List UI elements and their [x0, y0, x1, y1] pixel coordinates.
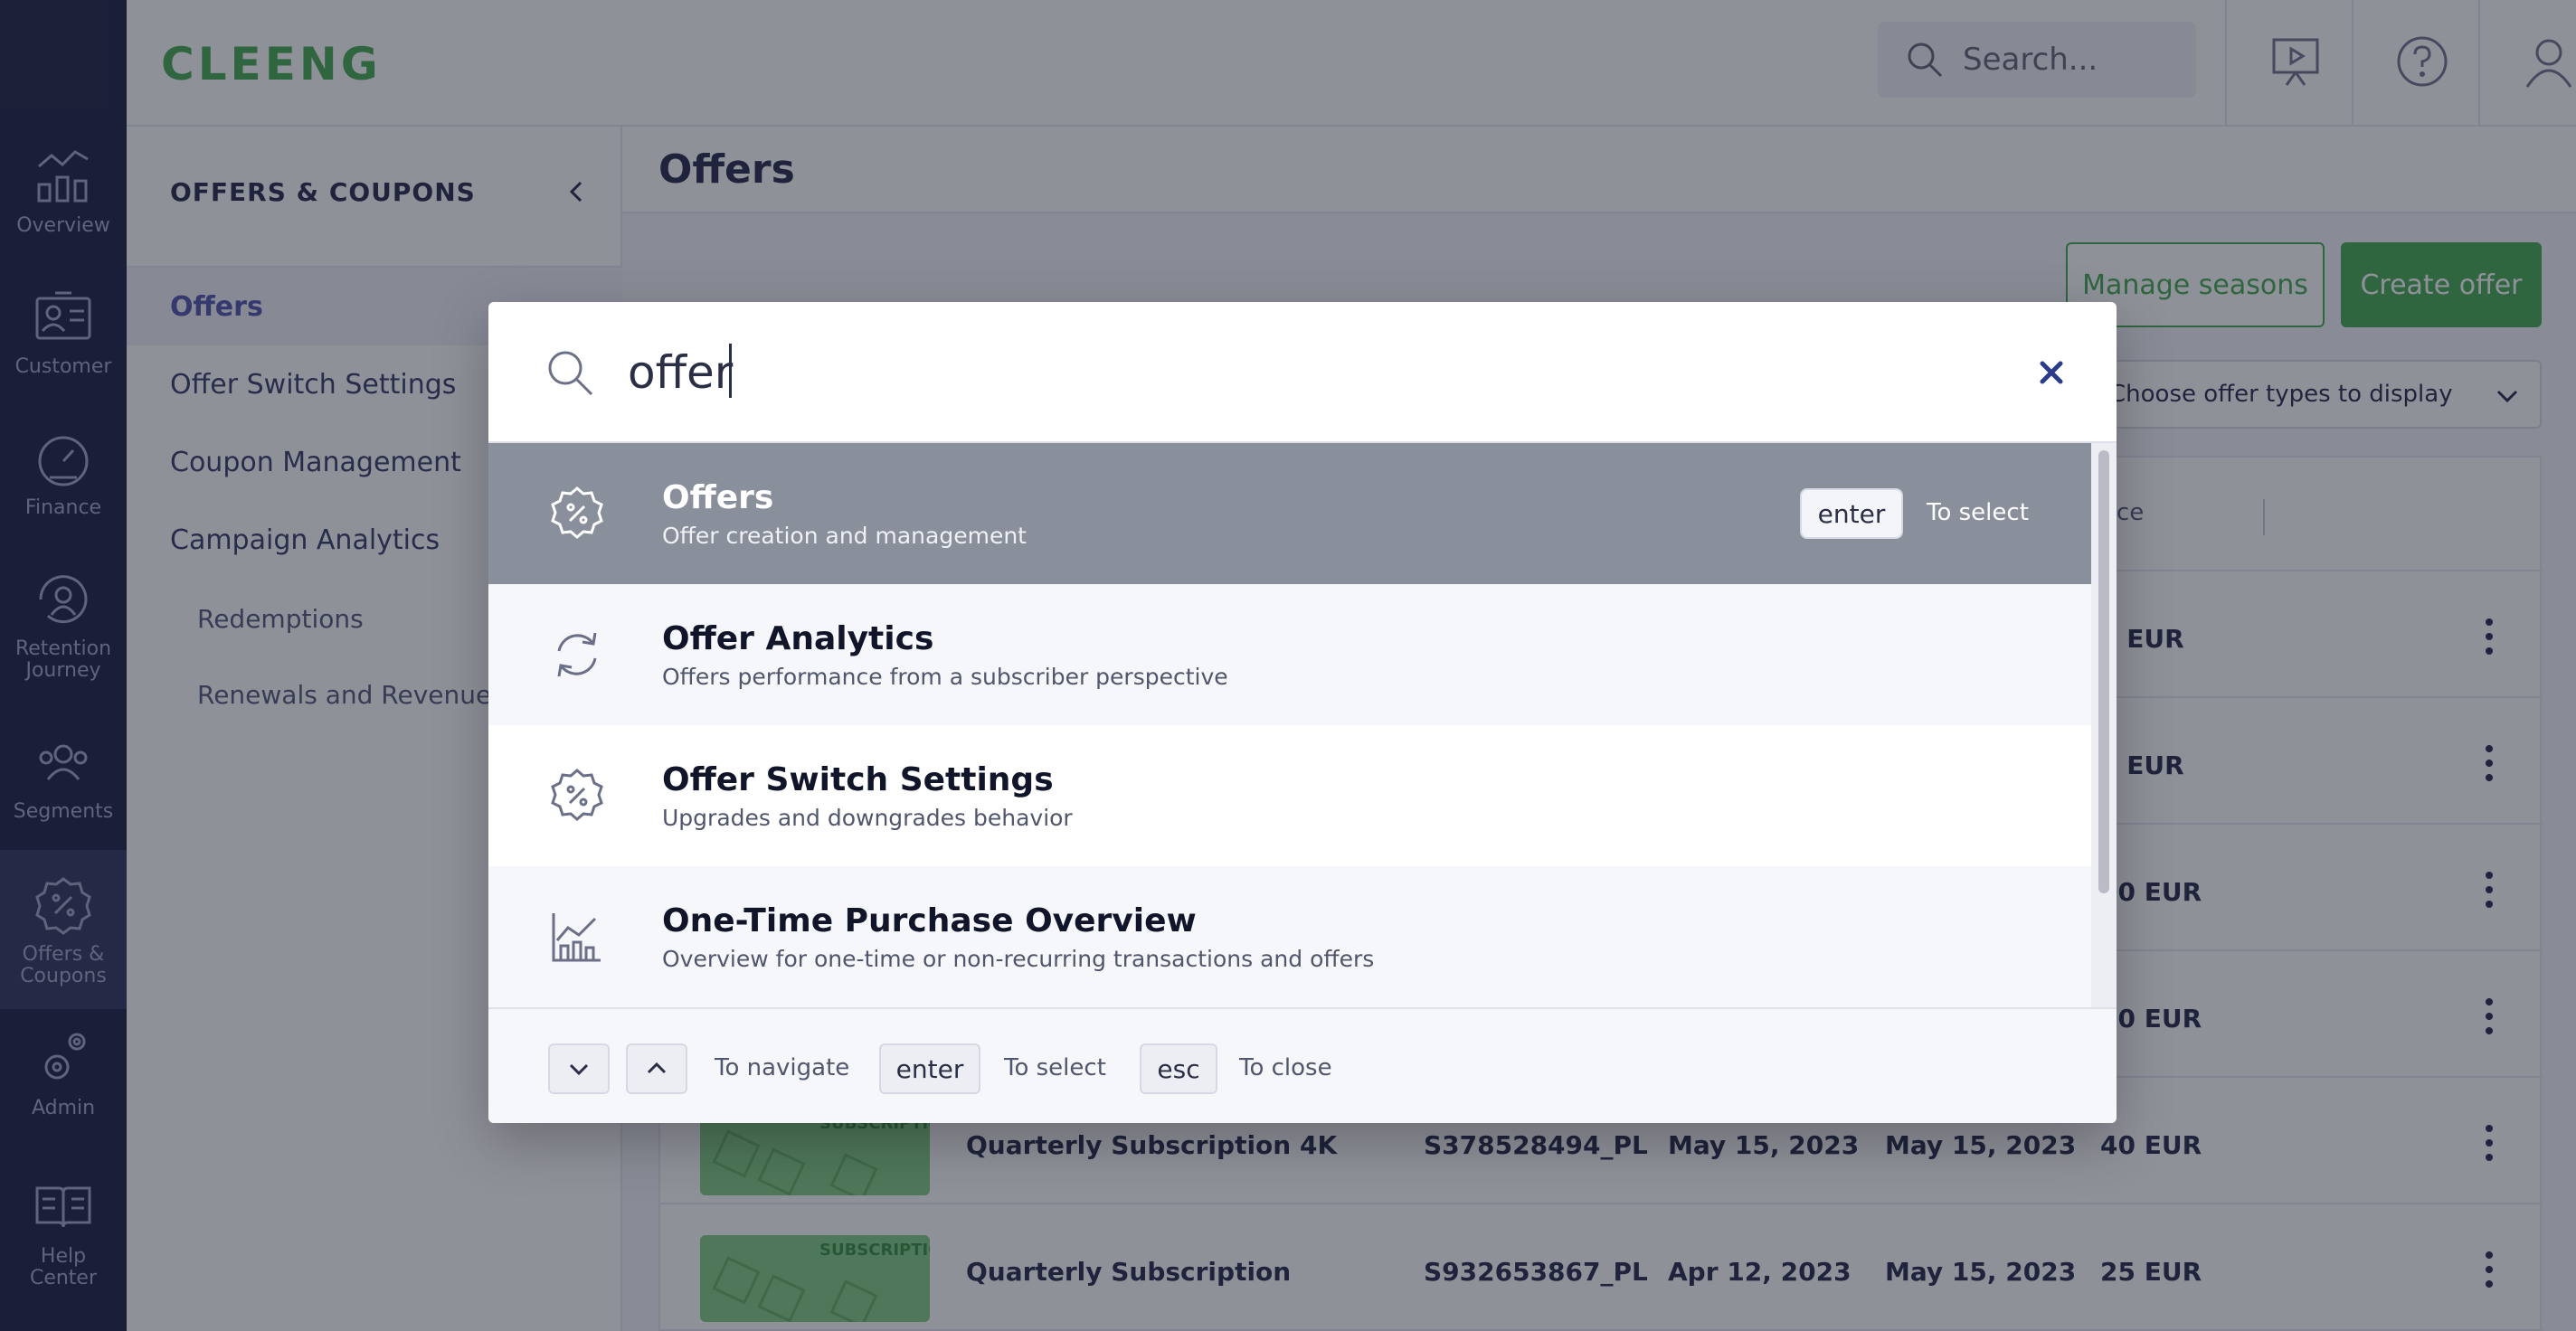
esc-key: esc [1140, 1043, 1217, 1094]
palette-result-offer-analytics[interactable]: Offer Analytics Offers performance from … [488, 584, 2091, 725]
close-hint-text: To close [1239, 1054, 1332, 1081]
arrow-down-key[interactable] [548, 1043, 610, 1094]
palette-footer: To navigate enter To select esc To close [488, 1007, 2117, 1123]
palette-result-one-time-purchase-overview[interactable]: One-Time Purchase Overview Overview for … [488, 866, 2091, 1007]
result-title: Offers [662, 479, 774, 516]
search-icon [548, 351, 593, 396]
result-title: Offer Analytics [662, 620, 934, 657]
close-icon[interactable] [2037, 358, 2066, 387]
palette-result-offer-switch-settings[interactable]: Offer Switch Settings Upgrades and downg… [488, 725, 2091, 866]
percent-badge-icon [551, 769, 603, 821]
navigate-hint-text: To navigate [715, 1054, 850, 1081]
scrollbar-thumb[interactable] [2098, 450, 2109, 893]
select-hint-text: To select [1004, 1054, 1106, 1081]
percent-badge-icon [551, 486, 603, 539]
result-description: Overview for one-time or non-recurring t… [662, 946, 1375, 972]
palette-results: Offers Offer creation and management ent… [488, 443, 2091, 1007]
text-caret [729, 344, 732, 398]
palette-search-bar [488, 302, 2117, 443]
chart-bars-icon [552, 913, 601, 962]
palette-result-offers[interactable]: Offers Offer creation and management ent… [488, 443, 2091, 584]
palette-search-input[interactable] [628, 338, 1894, 407]
chevron-up-icon [647, 1062, 667, 1074]
chevron-down-icon [569, 1063, 589, 1076]
result-description: Offers performance from a subscriber per… [662, 664, 1228, 690]
palette-scrollbar[interactable] [2091, 443, 2117, 1007]
result-title: One-Time Purchase Overview [662, 902, 1197, 939]
command-palette: Offers Offer creation and management ent… [488, 302, 2117, 1123]
result-description: Upgrades and downgrades behavior [662, 805, 1073, 831]
enter-key-hint: enter [1800, 488, 1903, 539]
enter-key: enter [879, 1043, 980, 1094]
enter-hint-text: To select [1927, 499, 2029, 526]
refresh-icon [557, 632, 597, 677]
arrow-up-key[interactable] [626, 1043, 687, 1094]
result-description: Offer creation and management [662, 523, 1027, 549]
result-title: Offer Switch Settings [662, 761, 1054, 798]
